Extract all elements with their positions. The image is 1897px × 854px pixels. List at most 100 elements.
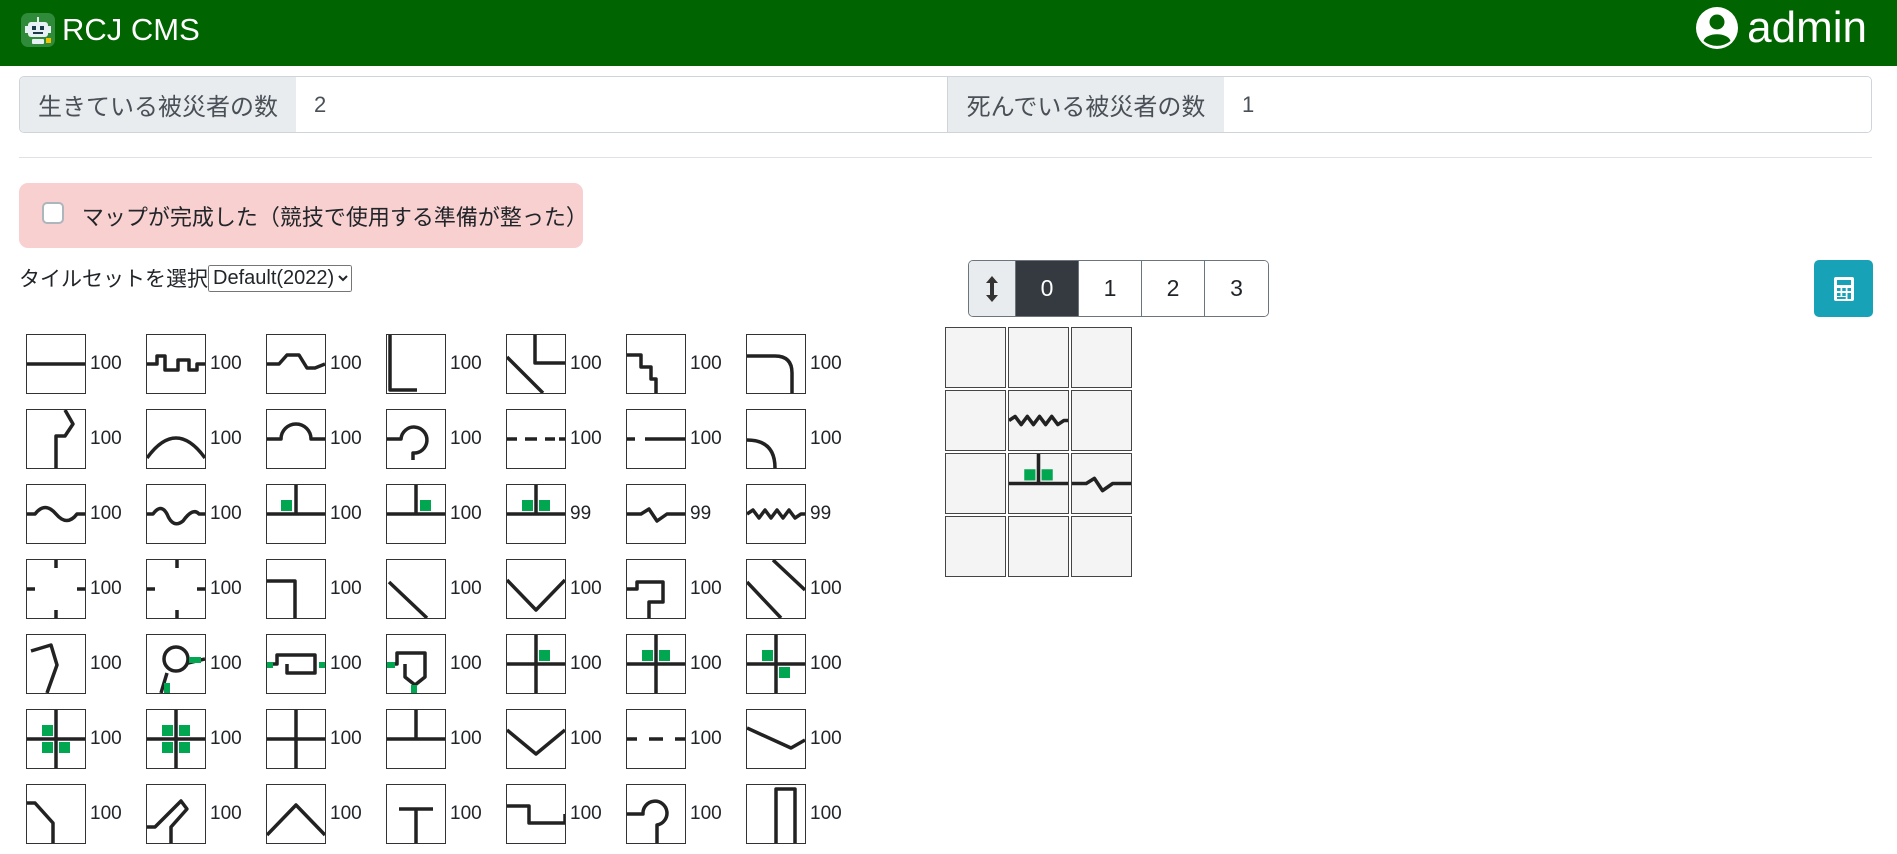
tile-item[interactable]: 100 — [506, 784, 624, 844]
tile-cross-green-tr-icon[interactable] — [506, 634, 566, 694]
tile-item[interactable]: 99 — [506, 484, 624, 544]
tile-t-junction-green-left-icon[interactable] — [266, 484, 326, 544]
calculator-button[interactable] — [1814, 260, 1873, 317]
layer-button-3[interactable]: 3 — [1205, 261, 1268, 316]
tile-item[interactable]: 100 — [26, 709, 144, 769]
map-cell-tile-spike-line[interactable] — [1071, 453, 1132, 514]
tile-roundabout-icon[interactable] — [146, 634, 206, 694]
tile-item[interactable]: 100 — [506, 709, 624, 769]
tile-item[interactable]: 99 — [626, 484, 744, 544]
map-cell-tile-t-junction-green-both[interactable] — [1008, 453, 1069, 514]
tile-zigzag-bump-icon[interactable] — [146, 334, 206, 394]
tile-item[interactable]: 100 — [386, 484, 504, 544]
tile-v-dip-icon[interactable] — [506, 709, 566, 769]
tile-t-junction-green-both-icon[interactable] — [506, 484, 566, 544]
layer-button-2[interactable]: 2 — [1142, 261, 1205, 316]
tile-curve-right-down-icon[interactable] — [746, 334, 806, 394]
tile-item[interactable]: 100 — [146, 784, 264, 844]
tile-item[interactable]: 100 — [746, 709, 864, 769]
tile-item[interactable]: 100 — [146, 334, 264, 394]
tile-diagonal-step-icon[interactable] — [146, 784, 206, 844]
map-cell-empty[interactable] — [1071, 516, 1132, 577]
tile-dashed-line-icon[interactable] — [506, 409, 566, 469]
tile-corner-left-bottom-icon[interactable] — [386, 334, 446, 394]
map-cell-empty[interactable] — [945, 390, 1006, 451]
tile-straight-line-icon[interactable] — [26, 334, 86, 394]
tile-gap-dash-icon[interactable] — [626, 709, 686, 769]
tile-item[interactable]: 100 — [386, 409, 504, 469]
tile-zigzag-line-icon[interactable] — [746, 484, 806, 544]
map-cell-empty[interactable] — [945, 516, 1006, 577]
tile-cross-green-top-icon[interactable] — [626, 634, 686, 694]
tile-item[interactable]: 100 — [386, 559, 504, 619]
tile-item[interactable]: 100 — [266, 634, 384, 694]
tile-item[interactable]: 100 — [26, 484, 144, 544]
map-cell-empty[interactable] — [1071, 327, 1132, 388]
dead-victims-input[interactable] — [1224, 77, 1871, 132]
tile-item[interactable]: 100 — [26, 409, 144, 469]
tile-item[interactable]: 100 — [146, 484, 264, 544]
layer-button-0[interactable]: 0 — [1016, 261, 1079, 316]
tile-item[interactable]: 100 — [266, 484, 384, 544]
tile-item[interactable]: 100 — [146, 409, 264, 469]
tile-t-junction-green-right-icon[interactable] — [386, 484, 446, 544]
tile-corner-diagonal-icon[interactable] — [26, 784, 86, 844]
tile-quarter-curve-icon[interactable] — [746, 409, 806, 469]
tile-item[interactable]: 100 — [146, 709, 264, 769]
tile-item[interactable]: 100 — [146, 559, 264, 619]
tile-item[interactable]: 99 — [746, 484, 864, 544]
tile-spike-line-icon[interactable] — [626, 484, 686, 544]
map-finished-label[interactable]: マップが完成した（競技で使用する準備が整った） — [82, 200, 588, 232]
tile-trapezoid-bump-icon[interactable] — [266, 334, 326, 394]
tile-item[interactable]: 100 — [506, 634, 624, 694]
tile-broken-line-icon[interactable] — [146, 559, 206, 619]
tile-double-diagonal-icon[interactable] — [746, 559, 806, 619]
tile-item[interactable]: 100 — [266, 409, 384, 469]
tile-polyline-icon[interactable] — [26, 634, 86, 694]
tile-item[interactable]: 100 — [626, 409, 744, 469]
tile-item[interactable]: 100 — [746, 784, 864, 844]
layer-button-1[interactable]: 1 — [1079, 261, 1142, 316]
tile-cross-icon[interactable] — [266, 709, 326, 769]
map-cell-empty[interactable] — [945, 327, 1006, 388]
tile-item[interactable]: 100 — [386, 784, 504, 844]
tile-u-bracket-icon[interactable] — [746, 784, 806, 844]
tile-loop-hook-icon[interactable] — [386, 409, 446, 469]
tile-step-diagonal-icon[interactable] — [26, 409, 86, 469]
map-cell-empty[interactable] — [1008, 516, 1069, 577]
tile-slanted-line-icon[interactable] — [746, 709, 806, 769]
tile-t-junction-icon[interactable] — [386, 709, 446, 769]
tile-item[interactable]: 100 — [746, 409, 864, 469]
map-cell-empty[interactable] — [945, 453, 1006, 514]
tile-item[interactable]: 100 — [146, 634, 264, 694]
tile-item[interactable]: 100 — [26, 334, 144, 394]
tile-item[interactable]: 100 — [626, 784, 744, 844]
tile-item[interactable]: 100 — [746, 334, 864, 394]
tile-item[interactable]: 100 — [386, 709, 504, 769]
tile-pentagon-loop-icon[interactable] — [386, 634, 446, 694]
tile-item[interactable]: 100 — [626, 634, 744, 694]
tile-item[interactable]: 100 — [386, 334, 504, 394]
map-cell-tile-zigzag-line[interactable] — [1008, 390, 1069, 451]
map-cell-empty[interactable] — [1071, 390, 1132, 451]
tile-arch-line-icon[interactable] — [146, 409, 206, 469]
map-cell-empty[interactable] — [1008, 327, 1069, 388]
tile-wave-line-icon[interactable] — [26, 484, 86, 544]
tile-t-bottom-icon[interactable] — [386, 784, 446, 844]
tile-square-dip-icon[interactable] — [506, 784, 566, 844]
tile-diagonal-corner-icon[interactable] — [506, 334, 566, 394]
tile-v-shape-icon[interactable] — [506, 559, 566, 619]
tile-item[interactable]: 100 — [746, 559, 864, 619]
user-menu[interactable]: admin — [1695, 3, 1867, 52]
tile-item[interactable]: 100 — [266, 334, 384, 394]
tile-item[interactable]: 100 — [626, 559, 744, 619]
tile-step-down-icon[interactable] — [626, 334, 686, 394]
tile-diagonal-line-icon[interactable] — [386, 559, 446, 619]
tile-rectangle-loop-icon[interactable] — [266, 634, 326, 694]
layer-toggle-button[interactable] — [969, 261, 1016, 316]
tile-caret-icon[interactable] — [266, 784, 326, 844]
tile-cross-green-all-icon[interactable] — [146, 709, 206, 769]
tile-corner-gap-icon[interactable] — [266, 559, 326, 619]
tile-item[interactable]: 100 — [506, 559, 624, 619]
tile-item[interactable]: 100 — [626, 709, 744, 769]
